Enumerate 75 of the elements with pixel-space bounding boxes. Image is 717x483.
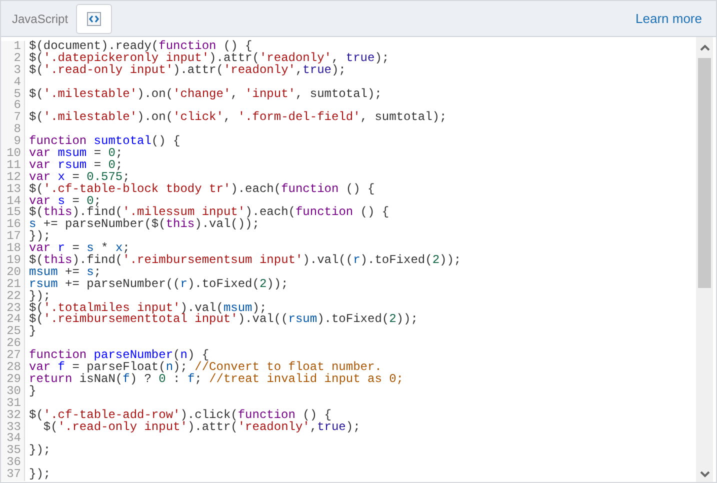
code-line: }); [29,231,51,244]
code-line: var x = 0.575; [29,172,130,184]
code-line: }); [29,469,51,481]
line-number: 3 [1,64,25,77]
line-number: 28 [1,362,25,374]
line-number: 15 [1,207,25,220]
line-number: 9 [1,136,25,148]
line-number: 25 [1,326,25,338]
code-line: var s = 0; [29,196,102,208]
line-number: 37 [1,469,25,481]
line-number: 24 [1,314,25,326]
line-number: 11 [1,160,25,172]
line-number: 16 [1,219,25,232]
line-number: 10 [1,148,25,160]
line-number: 12 [1,172,25,184]
learn-more-link[interactable]: Learn more [636,11,702,26]
code-line: var r = s * x; [29,243,130,256]
scrollbar[interactable] [696,37,713,482]
code-line: $('.cf-table-add-row').click(function () { [29,410,332,422]
line-number: 8 [1,124,25,136]
code-line: function parseNumber(n) { [29,350,210,362]
code-line: var f = parseFloat(n); //Convert to float number. [29,362,382,374]
code-line: $(this).find('.milessum input').each(function () { [29,207,390,220]
line-number: 17 [1,231,25,244]
language-label: JavaScript [12,12,68,26]
code-line: s += parseNumber($(this).val()); [29,219,260,232]
code-line: }); [29,290,51,303]
line-number: 31 [1,398,25,410]
code-line: } [29,326,36,338]
line-number: 14 [1,196,25,208]
code-line: $('.milestable').on('change', 'input', sumtotal); [29,88,382,100]
line-number: 26 [1,338,25,350]
code-view-button[interactable] [76,4,112,34]
line-number: 32 [1,410,25,422]
line-number: 7 [1,112,25,124]
code-line: } [29,386,36,398]
line-number: 2 [1,52,25,65]
scroll-up-icon[interactable] [698,44,710,52]
line-number: 27 [1,350,25,362]
code-line: $('.totalmiles input').val(msum); [29,302,267,314]
code-line: var msum = 0; [29,148,123,160]
code-line: $('.read-only input').attr('readonly',true); [42,422,360,434]
line-number: 34 [1,433,25,446]
line-number: 18 [1,243,25,256]
line-number: 30 [1,386,25,398]
code-line: $(this).find('.reimbursementsum input').val((r).toFixed(2)); [29,255,462,267]
code-line: var rsum = 0; [29,160,123,172]
line-number: 21 [1,278,25,291]
line-number: 20 [1,266,25,279]
code-line: msum += s; [29,266,102,279]
scrollbar-thumb[interactable] [698,58,711,288]
line-number: 33 [1,422,25,434]
line-number: 5 [1,88,25,100]
code-icon [87,12,102,26]
code-line: $('.cf-table-block tbody tr').each(function () { [29,184,375,196]
line-number: 13 [1,184,25,196]
line-number: 35 [1,445,25,458]
code-line: rsum += parseNumber((r).toFixed(2)); [29,278,288,291]
scroll-down-icon[interactable] [698,470,710,478]
line-number: 19 [1,255,25,267]
code-line: function sumtotal() { [29,136,180,148]
code-line: }); [29,445,51,458]
code-line: $(document).ready(function () { [29,41,252,53]
line-number: 1 [1,41,25,53]
code-line: $('.datepickeronly input').attr('readonly', true); [29,52,390,65]
line-number: 36 [1,457,25,470]
line-number: 22 [1,290,25,303]
code-line: $('.milestable').on('click', '.form-del-field', sumtotal); [29,112,447,124]
line-number: 6 [1,100,25,112]
line-number: 29 [1,374,25,386]
line-number: 23 [1,302,25,314]
code-line: $('.reimbursementtotal input').val((rsum).toFixed(2)); [29,314,418,326]
code-line: $('.read-only input').attr('readonly',true); [29,64,346,77]
code-line: return isNaN(f) ? 0 : f; //treat invalid input as 0; [29,374,404,386]
line-number: 4 [1,76,25,89]
